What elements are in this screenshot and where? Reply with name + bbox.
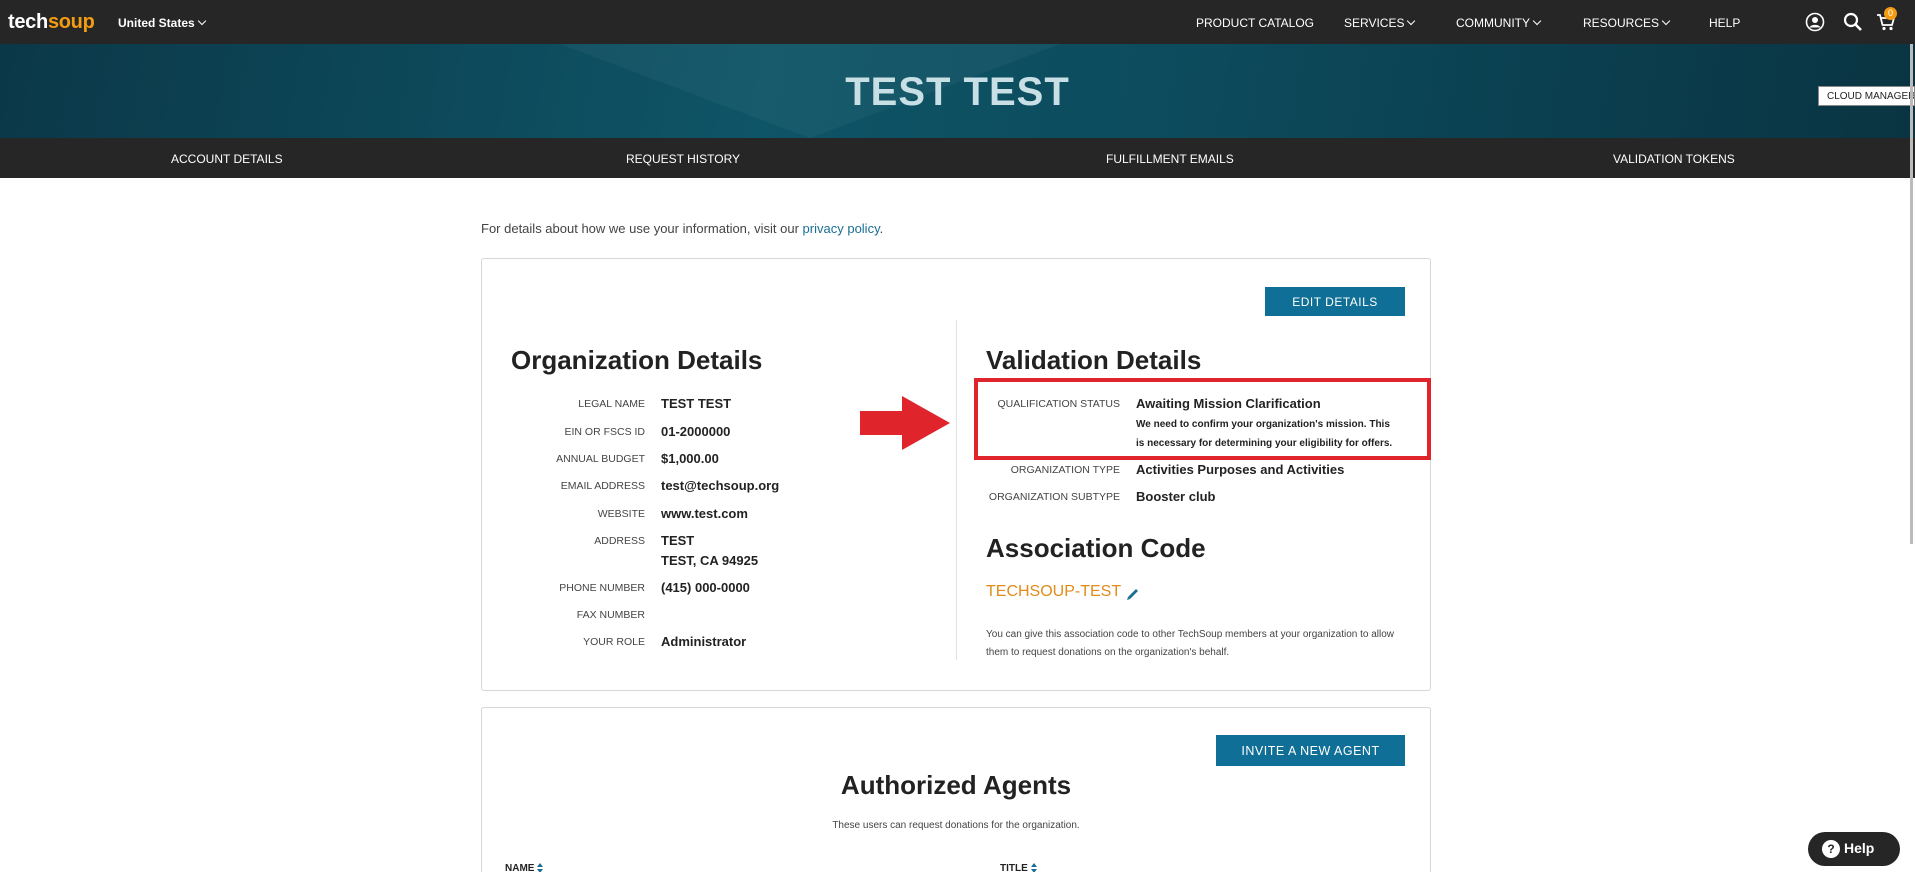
phone-label: PHONE NUMBER <box>559 582 645 594</box>
association-code-heading: Association Code <box>986 533 1206 563</box>
edit-details-button[interactable]: EDIT DETAILS <box>1265 287 1405 316</box>
chevron-down-icon <box>197 16 206 26</box>
techsoup-logo[interactable]: techsoup <box>8 11 95 34</box>
association-code-value: TECHSOUP-TEST <box>986 583 1122 600</box>
cloud-manager-button[interactable]: CLOUD MANAGER <box>1818 86 1915 106</box>
column-header-title[interactable]: TITLE <box>1000 861 1037 872</box>
tab-fulfillment-emails[interactable]: FULFILLMENT EMAILS <box>1106 152 1234 166</box>
column-name-label: NAME <box>505 863 535 872</box>
page-scrollbar[interactable] <box>1910 44 1913 544</box>
role-label: YOUR ROLE <box>583 636 645 648</box>
organization-subtype-value: Booster club <box>1136 489 1216 504</box>
logo-text-tech: tech <box>8 11 48 33</box>
tab-account-details[interactable]: ACCOUNT DETAILS <box>171 152 283 166</box>
country-selector[interactable]: United States <box>118 16 206 30</box>
authorized-agents-heading: Authorized Agents <box>840 770 1072 800</box>
tab-validation-tokens[interactable]: VALIDATION TOKENS <box>1613 152 1735 166</box>
red-arrow-annotation <box>860 396 950 450</box>
qualification-note-line-2: is necessary for determining your eligib… <box>1136 438 1393 449</box>
website-label: WEBSITE <box>597 508 645 520</box>
invite-new-agent-button[interactable]: INVITE A NEW AGENT <box>1216 735 1405 766</box>
column-title-label: TITLE <box>1000 863 1028 872</box>
column-divider <box>956 320 957 660</box>
top-navigation-bar: techsoup United States PRODUCT CATALOG S… <box>0 0 1915 44</box>
page-title: TEST TEST <box>845 70 1070 114</box>
nav-services-label: SERVICES <box>1344 16 1405 30</box>
qualification-note-line-1: We need to confirm your organization's m… <box>1136 419 1390 430</box>
website-value: www.test.com <box>661 506 748 521</box>
annual-budget-label: ANNUAL BUDGET <box>556 453 645 465</box>
address-line-1: TEST <box>661 533 695 548</box>
fax-label: FAX NUMBER <box>576 609 645 621</box>
organization-type-label: ORGANIZATION TYPE <box>1010 464 1120 476</box>
question-icon: ? <box>1822 840 1840 858</box>
logo-text-soup: soup <box>47 11 95 33</box>
help-widget-label: Help <box>1844 840 1875 856</box>
nav-resources[interactable]: RESOURCES <box>1583 16 1671 30</box>
page-hero-banner: TEST TEST <box>0 44 1915 138</box>
search-icon[interactable] <box>1843 12 1863 32</box>
qualification-status-label: QUALIFICATION STATUS <box>997 398 1120 410</box>
nav-resources-label: RESOURCES <box>1583 16 1660 30</box>
role-value: Administrator <box>661 634 747 649</box>
annual-budget-value: $1,000.00 <box>661 451 719 466</box>
account-sub-navigation: ACCOUNT DETAILS REQUEST HISTORY FULFILLM… <box>0 138 1915 178</box>
sort-icon <box>537 863 544 872</box>
organization-type-value: Activities Purposes and Activities <box>1136 462 1345 477</box>
help-widget-button[interactable]: ? Help <box>1808 832 1900 866</box>
nav-community-label: COMMUNITY <box>1456 16 1530 30</box>
tab-request-history[interactable]: REQUEST HISTORY <box>626 152 740 166</box>
email-label: EMAIL ADDRESS <box>560 480 645 492</box>
nav-services[interactable]: SERVICES <box>1344 16 1416 30</box>
email-value: test@techsoup.org <box>661 478 780 493</box>
legal-name-label: LEGAL NAME <box>578 398 645 410</box>
nav-community[interactable]: COMMUNITY <box>1456 16 1542 30</box>
nav-help[interactable]: HELP <box>1709 16 1740 30</box>
privacy-period: . <box>879 221 884 236</box>
organization-details-heading: Organization Details <box>511 345 763 375</box>
privacy-text: For details about how we use your inform… <box>481 221 803 236</box>
qualification-status-value: Awaiting Mission Clarification <box>1136 396 1321 411</box>
validation-details-heading: Validation Details <box>986 345 1202 375</box>
cart-count-badge: 0 <box>1884 7 1897 20</box>
pencil-edit-icon[interactable] <box>1126 587 1140 601</box>
privacy-policy-link[interactable]: privacy policy <box>803 221 880 236</box>
chevron-down-icon <box>1407 16 1416 26</box>
privacy-notice: For details about how we use your inform… <box>481 221 883 236</box>
address-line-2: TEST, CA 94925 <box>661 553 759 568</box>
nav-product-catalog[interactable]: PRODUCT CATALOG <box>1196 16 1314 30</box>
phone-value: (415) 000-0000 <box>661 580 750 595</box>
legal-name-value: TEST TEST <box>661 396 732 411</box>
ein-label: EIN OR FSCS ID <box>564 426 645 438</box>
country-label: United States <box>118 16 195 30</box>
authorized-agents-subtitle: These users can request donations for th… <box>832 820 1080 831</box>
chevron-down-icon <box>1661 16 1671 26</box>
association-code-description: You can give this association code to ot… <box>986 629 1395 658</box>
column-header-name[interactable]: NAME <box>505 861 544 872</box>
organization-subtype-label: ORGANIZATION SUBTYPE <box>988 491 1120 503</box>
sort-icon <box>1030 863 1037 872</box>
account-icon[interactable] <box>1805 12 1825 32</box>
ein-value: 01-2000000 <box>661 424 731 439</box>
chevron-down-icon <box>1532 16 1542 26</box>
address-label: ADDRESS <box>594 535 645 547</box>
